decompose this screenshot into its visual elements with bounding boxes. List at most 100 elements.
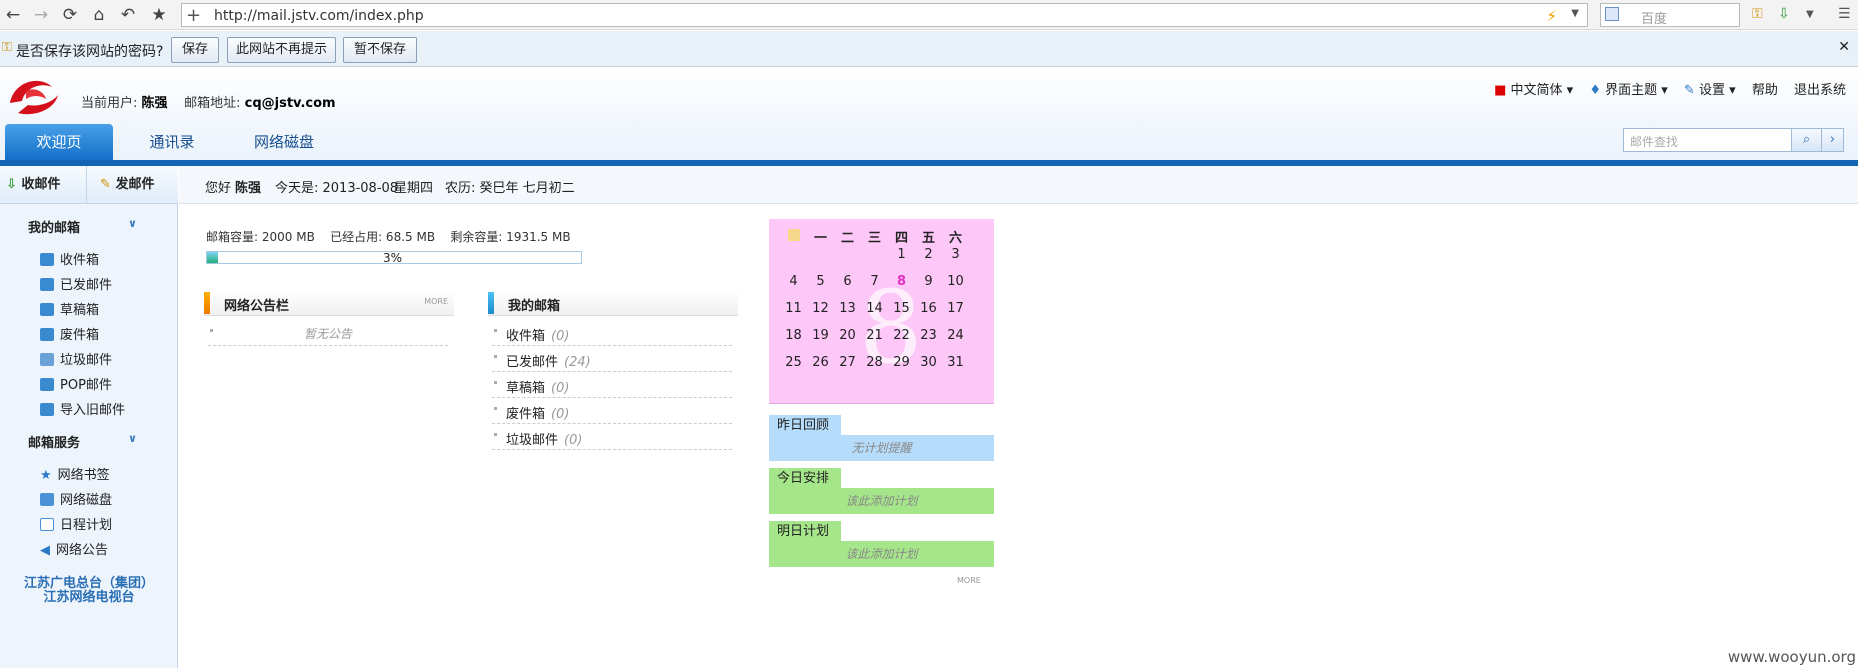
sidebar-item-spam[interactable]: 垃圾邮件 — [40, 349, 112, 368]
address-bar[interactable]: + http://mail.jstv.com/index.php ⚡ ▼ — [181, 3, 1588, 27]
sidebar-item-sent[interactable]: 已发邮件 — [40, 274, 112, 293]
my-mailbox-heading[interactable]: 我的邮箱 ∨ — [28, 217, 137, 236]
compose-icon: ✎ — [100, 177, 111, 192]
calendar-day[interactable]: 11 — [780, 301, 807, 316]
sidebar-item-inbox[interactable]: 收件箱 — [40, 249, 99, 268]
calendar-day[interactable]: 17 — [942, 301, 969, 316]
search-engine-icon[interactable] — [1605, 7, 1619, 21]
list-item[interactable]: 收件箱 (0) — [492, 320, 732, 346]
sidebar-item-netdisk[interactable]: 网络磁盘 — [40, 489, 112, 508]
url-text[interactable]: http://mail.jstv.com/index.php — [214, 8, 424, 24]
back-icon[interactable]: ← — [2, 4, 24, 26]
sidebar-item-drafts[interactable]: 草稿箱 — [40, 299, 99, 318]
list-item[interactable]: 草稿箱 (0) — [492, 372, 732, 398]
new-tab-icon[interactable]: + — [186, 5, 201, 26]
logout-link[interactable]: 退出系统 — [1794, 83, 1846, 98]
calendar-weekday-header: 二 — [840, 231, 854, 246]
calendar-day[interactable]: 8 — [888, 274, 915, 289]
calendar-day[interactable]: 16 — [915, 301, 942, 316]
calendar-day[interactable]: 7 — [861, 274, 888, 289]
tab-welcome[interactable]: 欢迎页 — [5, 124, 113, 160]
never-for-site-button[interactable]: 此网站不再提示 — [227, 37, 336, 63]
help-link[interactable]: 帮助 — [1752, 83, 1778, 98]
save-password-button[interactable]: 保存 — [171, 37, 219, 63]
calendar-day[interactable]: 27 — [834, 355, 861, 370]
tab-netdisk[interactable]: 网络磁盘 — [245, 124, 323, 160]
settings-link[interactable]: ✎ 设置 ▾ — [1684, 83, 1736, 98]
close-icon[interactable]: ✕ — [1838, 39, 1850, 55]
key-icon[interactable]: ⚿ — [1752, 6, 1763, 22]
chevron-down-icon[interactable]: ▼ — [1806, 9, 1814, 20]
calendar-day[interactable]: 12 — [807, 301, 834, 316]
plan-body[interactable]: 该此添加计划 — [769, 541, 994, 567]
reload-icon[interactable]: ⟳ — [59, 4, 81, 26]
chevron-down-icon[interactable]: ∨ — [128, 217, 137, 230]
calendar-day[interactable]: 1 — [888, 247, 915, 262]
calendar-day[interactable]: 18 — [780, 328, 807, 343]
home-icon[interactable]: ⌂ — [88, 4, 110, 26]
watermark: www.wooyun.org — [1727, 648, 1856, 666]
calendar-day[interactable]: 30 — [915, 355, 942, 370]
theme-link[interactable]: ♦ 界面主题 ▾ — [1589, 83, 1667, 98]
compose-row: ⇩ 收邮件 ✎ 发邮件 — [0, 166, 178, 204]
calendar-day[interactable]: 29 — [888, 355, 915, 370]
bookmark-star-icon[interactable]: ★ — [148, 4, 170, 26]
calendar-day[interactable]: 24 — [942, 328, 969, 343]
sidebar-item-announcements[interactable]: ◀ 网络公告 — [40, 539, 108, 558]
chevron-down-icon[interactable]: ∨ — [128, 432, 137, 445]
calendar-day[interactable]: 19 — [807, 328, 834, 343]
calendar-day[interactable]: 26 — [807, 355, 834, 370]
calendar-day[interactable]: 5 — [807, 274, 834, 289]
not-now-button[interactable]: 暂不保存 — [343, 37, 417, 63]
calendar-day[interactable]: 3 — [942, 247, 969, 262]
sidebar-item-schedule[interactable]: 日程计划 — [40, 514, 112, 533]
calendar-day[interactable]: 21 — [861, 328, 888, 343]
forward-icon[interactable]: → — [30, 4, 52, 26]
mail-services-heading[interactable]: 邮箱服务 ∨ — [28, 432, 137, 451]
undo-icon[interactable]: ↶ — [117, 4, 139, 26]
calendar-weekday-header: 一 — [813, 231, 827, 246]
download-icon[interactable]: ⇩ — [1778, 6, 1790, 22]
search-placeholder: 百度 — [1641, 12, 1668, 27]
calendar-day[interactable]: 25 — [780, 355, 807, 370]
calendar-day[interactable]: 6 — [834, 274, 861, 289]
speed-mode-icon[interactable]: ⚡ — [1546, 7, 1557, 25]
calendar-day[interactable]: 20 — [834, 328, 861, 343]
announcement-more-link[interactable]: MORE — [424, 297, 448, 306]
mail-search-input[interactable]: 邮件查找 — [1630, 133, 1678, 150]
calendar-day[interactable]: 23 — [915, 328, 942, 343]
calendar-day[interactable]: 28 — [861, 355, 888, 370]
list-item[interactable]: 废件箱 (0) — [492, 398, 732, 424]
search-icon[interactable]: ⌕ — [1791, 129, 1821, 151]
calendar-day[interactable]: 10 — [942, 274, 969, 289]
calendar-day[interactable]: 4 — [780, 274, 807, 289]
sidebar-item-pop[interactable]: POP邮件 — [40, 374, 112, 393]
list-item[interactable]: 垃圾邮件 (0) — [492, 424, 732, 450]
chevron-down-icon[interactable]: ▼ — [1571, 8, 1579, 19]
tab-contacts[interactable]: 通讯录 — [140, 124, 204, 160]
calendar-day[interactable]: 9 — [915, 274, 942, 289]
calendar-day[interactable]: 22 — [888, 328, 915, 343]
mail-search-box[interactable]: 邮件查找 ⌕ › — [1623, 128, 1844, 152]
calendar-day[interactable]: 2 — [915, 247, 942, 262]
sent-icon — [40, 278, 54, 291]
calendar-day[interactable]: 15 — [888, 301, 915, 316]
calendar-day[interactable]: 13 — [834, 301, 861, 316]
list-item[interactable]: 已发邮件 (24) — [492, 346, 732, 372]
calendar-day[interactable]: 14 — [861, 301, 888, 316]
chevron-right-icon[interactable]: › — [1821, 129, 1843, 151]
plan-body[interactable]: 该此添加计划 — [769, 488, 994, 514]
sidebar-item-trash[interactable]: 废件箱 — [40, 324, 99, 343]
plans-more-link[interactable]: MORE — [957, 576, 981, 585]
menu-icon[interactable]: ☰ — [1838, 6, 1851, 22]
language-link[interactable]: ■ 中文简体 ▾ — [1494, 83, 1573, 98]
calendar-day[interactable]: 31 — [942, 355, 969, 370]
sidebar: ⇩ 收邮件 ✎ 发邮件 我的邮箱 ∨ 收件箱 已发邮件 草稿箱 废件箱 垃圾邮件 … — [0, 166, 178, 668]
sidebar-item-import[interactable]: 导入旧邮件 — [40, 399, 125, 418]
browser-search-box[interactable]: 百度 — [1600, 3, 1740, 27]
shirt-icon: ♦ — [1589, 83, 1601, 98]
send-mail-button[interactable]: ✎ 发邮件 — [100, 166, 154, 204]
receive-mail-button[interactable]: ⇩ 收邮件 — [6, 166, 60, 204]
sidebar-item-bookmarks[interactable]: ★ 网络书签 — [40, 464, 110, 483]
plan-body[interactable]: 无计划提醒 — [769, 435, 994, 461]
